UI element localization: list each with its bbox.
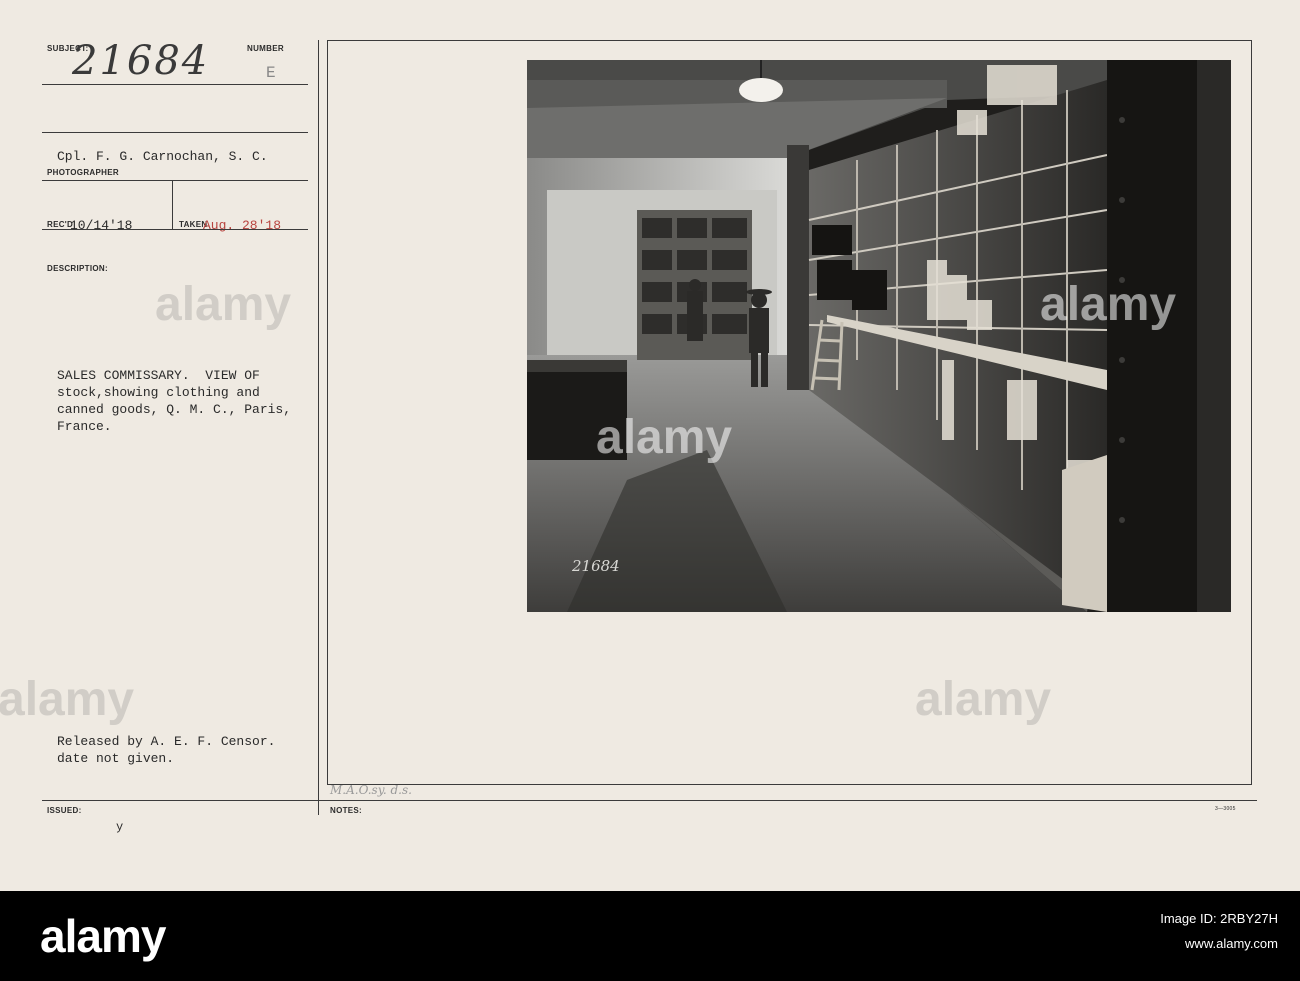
- photographer-label: PHOTOGRAPHER: [47, 168, 119, 177]
- divider: [42, 132, 308, 133]
- description-line: stock,showing clothing and: [57, 385, 260, 400]
- description-line: canned goods, Q. M. C., Paris,: [57, 402, 292, 417]
- number-value: E: [266, 64, 276, 82]
- alamy-logo: alamy: [40, 910, 166, 962]
- description-line: France.: [57, 419, 112, 434]
- release-line: date not given.: [57, 751, 175, 766]
- commissary-photo-image: [527, 60, 1231, 612]
- notes-handwriting: M.A.O.sy. d.s.: [330, 783, 412, 797]
- release-line: Released by A. E. F. Censor.: [57, 734, 276, 749]
- issued-value: y: [116, 820, 124, 834]
- site-url[interactable]: www.alamy.com: [1185, 936, 1278, 951]
- form-number: 3—3005: [1215, 806, 1236, 812]
- divider: [42, 180, 308, 181]
- watermark: alamy: [1040, 278, 1177, 331]
- footer-bar: [0, 891, 1300, 981]
- photo-caption-number: 21684: [572, 557, 620, 575]
- notes-label: NOTES:: [330, 806, 363, 815]
- watermark: alamy: [155, 278, 292, 331]
- divider: [42, 84, 308, 85]
- watermark: alamy: [915, 673, 1052, 726]
- issued-label: ISSUED:: [47, 806, 82, 815]
- description-line: SALES COMMISSARY. VIEW OF: [57, 368, 260, 383]
- taken-value: Aug. 28'18: [203, 218, 282, 233]
- photograph: 21684: [527, 60, 1231, 612]
- photographer-value: Cpl. F. G. Carnochan, S. C.: [57, 149, 268, 164]
- divider: [42, 229, 308, 230]
- release-block: Released by A. E. F. Censor. date not gi…: [57, 733, 275, 767]
- archive-card: SUBJECT: NUMBER 21684 E Cpl. F. G. Carno…: [0, 0, 1300, 891]
- watermark: alamy: [0, 673, 135, 726]
- subject-value: 21684: [72, 38, 210, 84]
- number-label: NUMBER: [247, 44, 284, 53]
- watermark: alamy: [596, 411, 733, 464]
- recd-value: 10/14'18: [70, 218, 133, 233]
- divider: [172, 181, 173, 229]
- image-id: Image ID: 2RBY27H: [1160, 911, 1278, 926]
- description-block: SALES COMMISSARY. VIEW OF stock,showing …: [57, 367, 291, 435]
- column-divider: [318, 40, 319, 815]
- bottom-rule: [42, 800, 1257, 801]
- description-label: DESCRIPTION:: [47, 264, 108, 273]
